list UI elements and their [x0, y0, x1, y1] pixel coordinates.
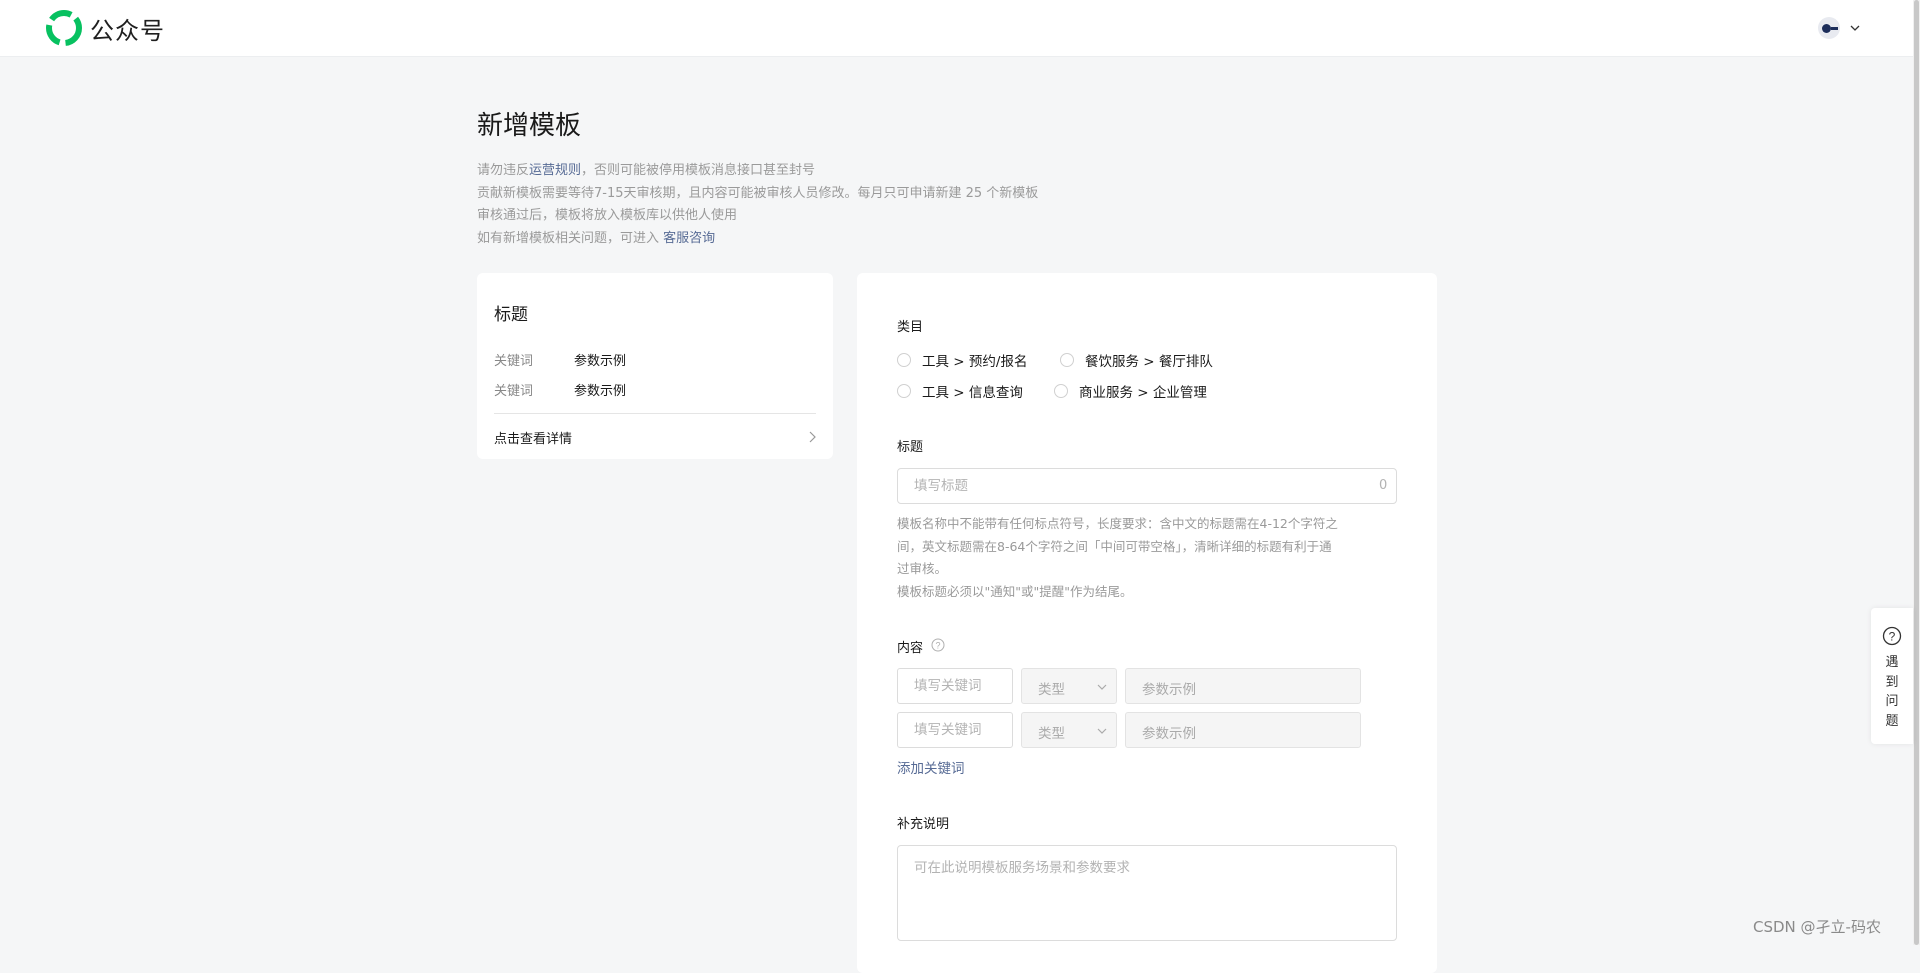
preview-keyword-label: 关键词: [494, 354, 534, 369]
category-option-label: 工具 > 预约/报名: [922, 354, 1028, 370]
title-hint: 模板名称中不能带有任何标点符号，长度要求：含中文的标题需在4-12个字符之 间，…: [897, 513, 1402, 603]
category-options-row: 工具 > 预约/报名 餐饮服务 > 餐厅排队: [897, 350, 1213, 370]
watermark: CSDN @孑立-码农: [1753, 918, 1881, 936]
account-menu[interactable]: [1818, 17, 1860, 39]
customer-service-link[interactable]: 客服咨询: [663, 231, 715, 246]
template-form-card: 类目 工具 > 预约/报名 餐饮服务 > 餐厅排队 工具 > 信息查询 商业服务…: [857, 273, 1437, 973]
question-circle-icon[interactable]: ?: [931, 638, 945, 652]
app-name: 公众号: [90, 16, 165, 45]
help-float-label: 遇到问题: [1885, 655, 1899, 729]
radio-button[interactable]: [1060, 353, 1074, 367]
keyword-input[interactable]: [897, 668, 1013, 704]
type-select-label: 类型: [1038, 726, 1065, 742]
category-option[interactable]: 餐饮服务 > 餐厅排队: [1060, 350, 1213, 370]
help-float-button[interactable]: ? 遇到问题: [1871, 608, 1913, 744]
chevron-down-icon: [1097, 684, 1107, 690]
notice-text-part: 请勿违反: [477, 163, 530, 178]
template-preview-card: 标题 关键词 参数示例 关键词 参数示例 点击查看详情: [477, 273, 833, 459]
title-label: 标题: [897, 440, 924, 455]
example-value-placeholder: 参数示例: [1142, 682, 1196, 698]
preview-keyword-value: 参数示例: [574, 384, 627, 399]
chevron-down-icon: [1097, 728, 1107, 734]
preview-row: 关键词 参数示例: [494, 380, 626, 399]
add-keyword-link[interactable]: 添加关键词: [897, 757, 965, 777]
category-options-row: 工具 > 信息查询 商业服务 > 企业管理: [897, 381, 1207, 401]
supplementary-description-textarea[interactable]: [897, 845, 1397, 941]
category-option-label: 工具 > 信息查询: [922, 385, 1023, 401]
category-option-label: 商业服务 > 企业管理: [1079, 385, 1207, 401]
category-option[interactable]: 工具 > 信息查询: [897, 381, 1054, 401]
type-select[interactable]: 类型: [1021, 712, 1117, 748]
notice-text-part: ，否则可能被停用模板消息接口甚至封号: [581, 163, 816, 178]
view-detail-link[interactable]: 点击查看详情: [494, 428, 572, 447]
wechat-official-account-logo: [46, 10, 82, 46]
svg-text:?: ?: [935, 641, 940, 651]
notice-line-1: 请勿违反运营规则，否则可能被停用模板消息接口甚至封号: [477, 160, 1038, 183]
title-hint-line: 模板标题必须以"通知"或"提醒"作为结尾。: [897, 583, 1133, 599]
title-input[interactable]: [897, 468, 1397, 504]
example-value-placeholder: 参数示例: [1142, 726, 1196, 742]
title-hint-line: 过审核。: [897, 561, 948, 576]
category-option[interactable]: 工具 > 预约/报名: [897, 350, 1060, 370]
operating-rules-link[interactable]: 运营规则: [529, 163, 581, 178]
preview-title: 标题: [494, 305, 528, 325]
scrollbar-thumb[interactable]: [1914, 0, 1919, 945]
svg-text:?: ?: [1889, 630, 1896, 644]
type-select-label: 类型: [1038, 682, 1065, 698]
notice-line-4: 如有新增模板相关问题，可进入 客服咨询: [477, 228, 1038, 251]
radio-button[interactable]: [897, 353, 911, 367]
title-hint-line: 模板名称中不能带有任何标点符号，长度要求：含中文的标题需在4-12个字符之: [897, 516, 1338, 531]
keyword-input[interactable]: [897, 712, 1013, 748]
content-label: 内容: [897, 641, 924, 656]
top-navigation-bar: 公众号: [0, 0, 1920, 57]
preview-row: 关键词 参数示例: [494, 350, 626, 369]
radio-button[interactable]: [897, 384, 911, 398]
notice-text-part: 如有新增模板相关问题，可进入: [477, 230, 664, 246]
notice-line-3: 审核通过后，模板将放入模板库以供他人使用: [477, 208, 738, 223]
page-title: 新增模板: [477, 111, 582, 141]
chevron-right-icon[interactable]: [807, 431, 817, 443]
avatar[interactable]: [1818, 17, 1840, 39]
chevron-down-icon[interactable]: [1850, 23, 1860, 33]
supplementary-description-label: 补充说明: [897, 817, 950, 832]
notice-text: 请勿违反运营规则，否则可能被停用模板消息接口甚至封号 贡献新模板需要等待7-15…: [477, 160, 1038, 250]
vertical-scrollbar[interactable]: [1913, 0, 1920, 945]
category-label: 类目: [897, 320, 924, 335]
brand[interactable]: 公众号: [46, 10, 165, 46]
preview-keyword-value: 参数示例: [574, 354, 627, 369]
notice-line-2: 贡献新模板需要等待7-15天审核期，且内容可能被审核人员修改。每月只可申请新建 …: [477, 185, 1039, 201]
category-option[interactable]: 商业服务 > 企业管理: [1054, 381, 1207, 401]
divider: [494, 413, 816, 414]
example-value-field: 参数示例: [1125, 668, 1361, 704]
preview-keyword-label: 关键词: [494, 384, 534, 399]
type-select[interactable]: 类型: [1021, 668, 1117, 704]
title-char-counter: 0: [1379, 478, 1388, 493]
radio-button[interactable]: [1054, 384, 1068, 398]
question-circle-icon: ?: [1882, 626, 1902, 646]
title-hint-line: 间，英文标题需在8-64个字符之间「中间可带空格」，清晰详细的标题有利于通: [897, 538, 1332, 554]
category-option-label: 餐饮服务 > 餐厅排队: [1085, 354, 1213, 370]
example-value-field: 参数示例: [1125, 712, 1361, 748]
